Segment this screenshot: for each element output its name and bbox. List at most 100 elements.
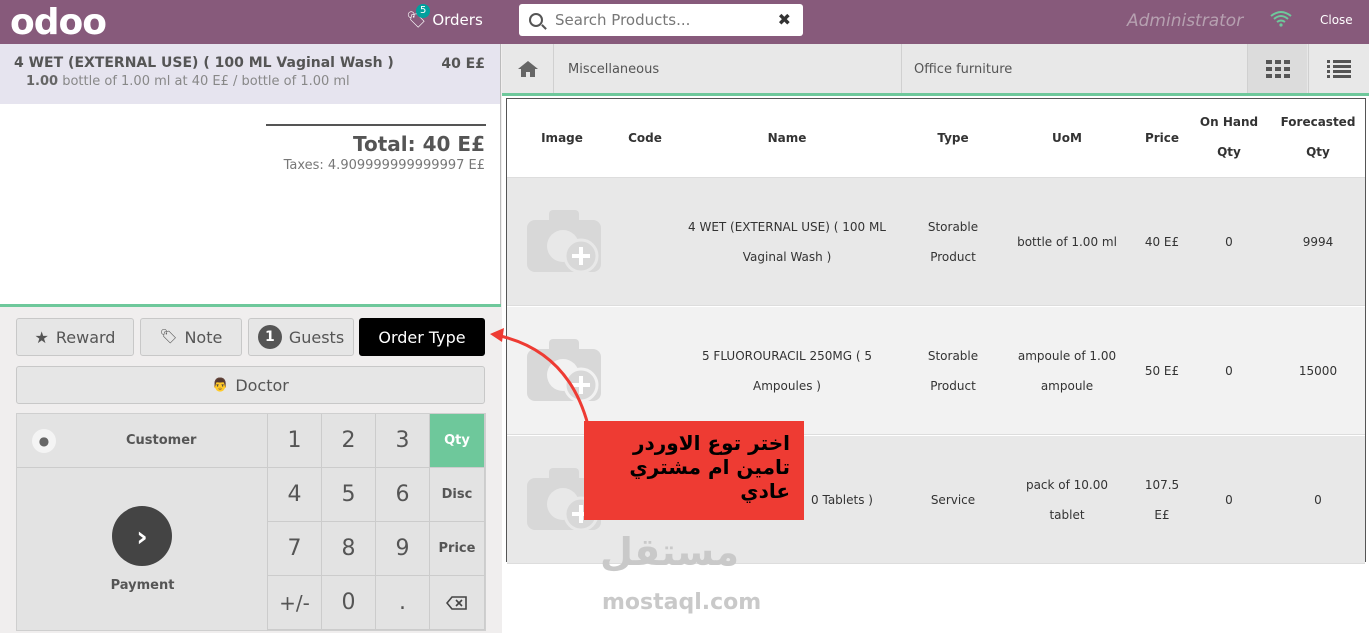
cell-name-line1: 4 WET (EXTERNAL USE) ( 100 ML [688,220,886,234]
category-office-furniture[interactable]: Office furniture [914,62,1012,77]
header-type: Type [937,131,969,145]
tag-icon: 🏷 [159,329,178,345]
key-4[interactable]: 4 [268,468,322,522]
payment-label: Payment [110,578,175,593]
annotation-line1: اختر توع الاوردر [633,431,790,455]
header-onhand-line1: On Hand [1199,115,1259,129]
header-uom: UoM [1052,131,1082,145]
cell-price: 107.5 E£ [1132,470,1192,530]
cell-name: 4 WET (EXTERNAL USE) ( 100 ML Vaginal Wa… [677,212,897,272]
cell-type: Storable Product [907,212,999,272]
search-box: ✖ [519,4,803,36]
header-forecasted-line1: Forecasted [1280,115,1356,129]
header-onhand: On Hand Qty [1194,107,1264,167]
key-1[interactable]: 1 [268,414,322,468]
list-icon [1326,59,1351,78]
backspace-icon [446,595,467,610]
clear-search-icon[interactable]: ✖ [778,10,791,29]
guests-label: Guests [288,327,345,347]
cell-forecasted: 15000 [1298,364,1338,378]
wifi-icon [1270,11,1292,27]
disc-mode-button[interactable]: Disc [430,468,485,522]
control-panel: ★ Reward 🏷 Note 1 Guests Order Type 👨 Do… [0,304,501,633]
key-3[interactable]: 3 [376,414,430,468]
key-plus-minus[interactable]: +/- [268,576,322,630]
payment-button[interactable]: › Payment [17,468,268,631]
cell-onhand: 0 [1225,235,1233,249]
total-divider [266,124,486,126]
order-line-info: 1.00 bottle of 1.00 ml at 40 E£ / bottle… [14,74,486,89]
table-row[interactable]: 4 WET (EXTERNAL USE) ( 100 ML Vaginal Wa… [507,178,1365,306]
cell-uom: bottle of 1.00 ml [1017,235,1117,249]
key-decimal[interactable]: . [376,576,430,630]
guests-button[interactable]: 1 Guests [248,318,354,356]
cell-uom-line2: ampoule [1040,379,1094,393]
order-pane: 4 WET (EXTERNAL USE) ( 100 ML Vaginal Wa… [0,44,501,633]
key-9[interactable]: 9 [376,522,430,576]
doctor-button[interactable]: 👨 Doctor [16,366,485,404]
header-forecasted-line2: Qty [1306,145,1330,159]
category-divider [901,44,902,93]
order-total: Total: 40 E£ [353,132,485,156]
category-bar: Miscellaneous Office furniture [502,44,1369,96]
cell-type: Service [930,493,976,507]
order-type-button[interactable]: Order Type [359,318,485,356]
search-input[interactable] [555,11,765,29]
grid-icon [1265,59,1290,78]
order-line-detail: bottle of 1.00 ml at 40 E£ / bottle of 1… [62,74,350,89]
camera-placeholder-icon [527,210,601,274]
cell-type-line1: Storable [927,349,979,363]
cell-onhand: 0 [1225,364,1233,378]
home-category-button[interactable] [502,44,554,93]
category-miscellaneous[interactable]: Miscellaneous [568,62,659,77]
search-icon [529,13,543,27]
user-icon: ● [32,428,56,453]
annotation-line3: عادي [740,479,790,503]
list-view-button[interactable] [1308,44,1368,93]
doctor-icon: 👨 [212,377,229,393]
customer-button[interactable]: ● Customer [17,414,268,468]
order-line-name: 4 WET (EXTERNAL USE) ( 100 ML Vaginal Wa… [14,55,394,71]
close-button[interactable]: Close [1320,13,1353,27]
key-7[interactable]: 7 [268,522,322,576]
cell-uom-line1: pack of 10.00 [1025,478,1109,492]
key-2[interactable]: 2 [322,414,376,468]
order-line-qty: 1.00 [26,74,59,89]
key-8[interactable]: 8 [322,522,376,576]
annotation-callout: اختر توع الاوردر تامين ام مشتري عادي [584,421,804,520]
reward-button[interactable]: ★ Reward [16,318,134,356]
header-forecasted: Forecasted Qty [1277,107,1359,167]
grid-view-button[interactable] [1247,44,1307,93]
cell-onhand: 0 [1225,493,1233,507]
key-0[interactable]: 0 [322,576,376,630]
cell-price: 40 E£ [1144,235,1180,249]
cell-price-line1: 107.5 [1144,478,1180,492]
cell-type-line2: Product [930,250,976,264]
home-icon [517,60,538,77]
top-bar: odoo 🏷 5 Orders ✖ Administrator Close [0,0,1369,44]
order-taxes: Taxes: 4.909999999999997 E£ [283,158,485,173]
cell-forecasted: 0 [1314,493,1322,507]
odoo-logo: odoo [10,2,107,43]
order-line-price: 40 E£ [441,56,485,72]
guests-count: 1 [257,325,282,349]
price-mode-button[interactable]: Price [430,522,485,576]
star-icon: ★ [34,327,49,347]
header-price: Price [1144,131,1180,145]
table-header: Image Code Name Type UoM Price On Hand Q… [507,99,1365,178]
qty-mode-button[interactable]: Qty [430,414,485,468]
header-onhand-line2: Qty [1217,145,1241,159]
note-button[interactable]: 🏷 Note [140,318,242,356]
username[interactable]: Administrator [1127,11,1243,31]
note-label: Note [184,327,223,347]
order-line[interactable]: 4 WET (EXTERNAL USE) ( 100 ML Vaginal Wa… [0,44,500,104]
orders-button[interactable]: 🏷 5 Orders [406,4,483,29]
cell-price: 50 E£ [1144,364,1180,378]
doctor-label: Doctor [235,375,289,395]
backspace-button[interactable] [430,576,485,630]
key-6[interactable]: 6 [376,468,430,522]
key-5[interactable]: 5 [322,468,376,522]
watermark-arabic: مستقل [600,530,739,574]
header-name: Name [767,131,807,145]
table-row[interactable]: 5 FLUOROURACIL 250MG ( 5 Ampoules ) Stor… [507,307,1365,435]
